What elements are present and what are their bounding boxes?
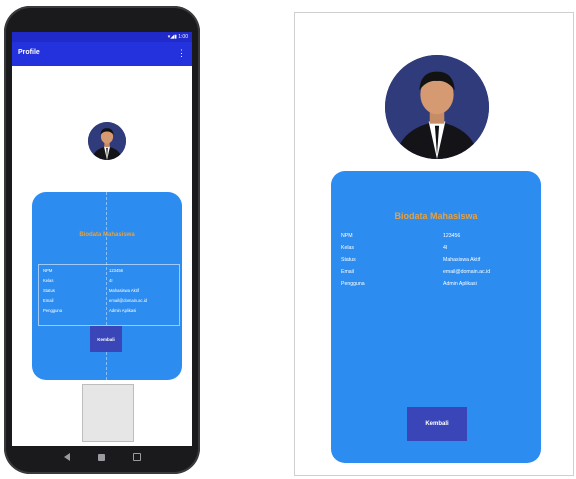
row-value: Mahasiswa Aktif bbox=[109, 288, 140, 293]
phone-frame: ▾◢▮ 1:00 Profile ⋮ Biodata Mahasiswa NPM… bbox=[4, 6, 200, 474]
phone-screen: ▾◢▮ 1:00 Profile ⋮ Biodata Mahasiswa NPM… bbox=[12, 32, 192, 446]
profile-table: NPM 123456 Kelas 4I Status Mahasiswa Akt… bbox=[38, 264, 180, 326]
row-value: email@domain.ac.id bbox=[109, 298, 148, 303]
home-icon[interactable] bbox=[97, 453, 105, 461]
profile-row: Kelas 4I bbox=[39, 277, 179, 286]
row-label: NPM bbox=[341, 233, 353, 239]
row-label: Pengguna bbox=[341, 281, 365, 287]
back-icon[interactable] bbox=[63, 453, 70, 461]
row-value: Admin Aplikasi bbox=[109, 308, 137, 313]
row-label: Status bbox=[43, 288, 55, 293]
profile-row: Email email@domain.ac.id bbox=[331, 267, 541, 279]
row-value: Admin Aplikasi bbox=[443, 281, 477, 287]
row-value: 4I bbox=[443, 245, 448, 251]
row-value: 123456 bbox=[443, 233, 461, 239]
profile-row: Pengguna Admin Aplikasi bbox=[39, 307, 179, 316]
person-photo-icon bbox=[88, 122, 126, 160]
profile-heading: Biodata Mahasiswa bbox=[394, 211, 478, 221]
overflow-menu-icon[interactable]: ⋮ bbox=[177, 48, 186, 58]
row-label: Status bbox=[341, 257, 356, 263]
profile-heading: Biodata Mahasiswa bbox=[79, 232, 135, 238]
profile-row: Kelas 4I bbox=[331, 243, 541, 255]
profile-row: Email email@domain.ac.id bbox=[39, 297, 179, 306]
row-label: Kelas bbox=[341, 245, 354, 251]
profile-row: NPM 123456 bbox=[331, 231, 541, 243]
back-button[interactable]: Kembali bbox=[407, 407, 467, 441]
app-title: Profile bbox=[18, 49, 40, 56]
profile-card-large: Biodata Mahasiswa NPM 123456 Kelas 4I St… bbox=[331, 171, 541, 463]
row-label: Kelas bbox=[43, 278, 54, 283]
design-preview: Biodata Mahasiswa NPM 123456 Kelas 4I St… bbox=[294, 12, 574, 476]
row-label: Email bbox=[43, 298, 54, 303]
row-value: Mahasiswa Aktif bbox=[443, 257, 481, 263]
profile-row: Status Mahasiswa Aktif bbox=[39, 287, 179, 296]
row-value: 4I bbox=[109, 278, 113, 283]
profile-avatar bbox=[88, 122, 126, 160]
system-nav-bar bbox=[12, 446, 192, 468]
status-icons: ▾◢▮ 1:00 bbox=[167, 34, 188, 40]
profile-row: Status Mahasiswa Aktif bbox=[331, 255, 541, 267]
row-value: email@domain.ac.id bbox=[443, 269, 491, 275]
stage: ▾◢▮ 1:00 Profile ⋮ Biodata Mahasiswa NPM… bbox=[0, 0, 576, 479]
row-label: Email bbox=[341, 269, 354, 275]
person-photo-icon bbox=[385, 55, 489, 159]
back-button[interactable]: Kembali bbox=[90, 326, 122, 352]
image-placeholder bbox=[82, 384, 134, 442]
profile-row: NPM 123456 bbox=[39, 267, 179, 276]
profile-card: Biodata Mahasiswa NPM 123456 Kelas 4I St… bbox=[32, 192, 182, 380]
row-label: Pengguna bbox=[43, 308, 63, 313]
app-bar: Profile ⋮ bbox=[12, 42, 192, 66]
profile-row: Pengguna Admin Aplikasi bbox=[331, 279, 541, 291]
row-value: 123456 bbox=[109, 268, 123, 273]
recent-apps-icon[interactable] bbox=[132, 453, 141, 461]
row-label: NPM bbox=[43, 268, 53, 273]
status-bar: ▾◢▮ 1:00 bbox=[12, 32, 192, 42]
profile-avatar-large bbox=[385, 55, 489, 159]
